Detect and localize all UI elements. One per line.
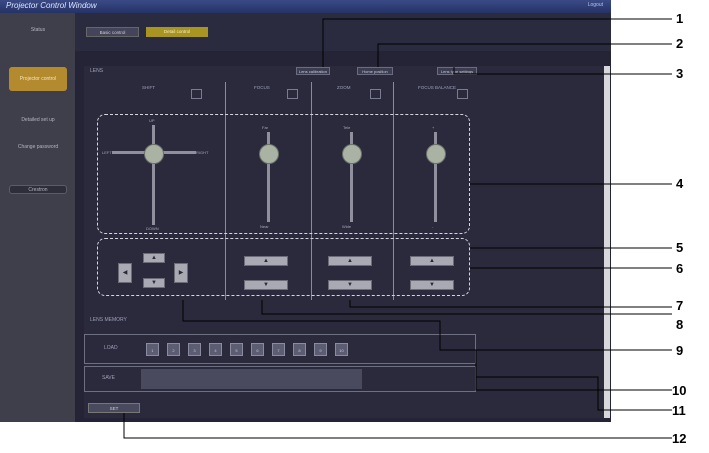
callout-8: 8: [676, 317, 684, 332]
callout-3: 3: [676, 66, 684, 81]
callout-11: 11: [672, 403, 686, 418]
callout-7: 7: [676, 298, 684, 313]
callout-5: 5: [676, 240, 684, 255]
callout-10: 10: [672, 383, 687, 398]
callout-9: 9: [676, 343, 684, 358]
callout-lines: [123, 18, 672, 439]
callout-2: 2: [676, 36, 684, 51]
callout-1: 1: [676, 11, 684, 26]
callout-6: 6: [676, 261, 684, 276]
callout-4: 4: [676, 176, 684, 191]
callout-12: 12: [672, 431, 687, 446]
